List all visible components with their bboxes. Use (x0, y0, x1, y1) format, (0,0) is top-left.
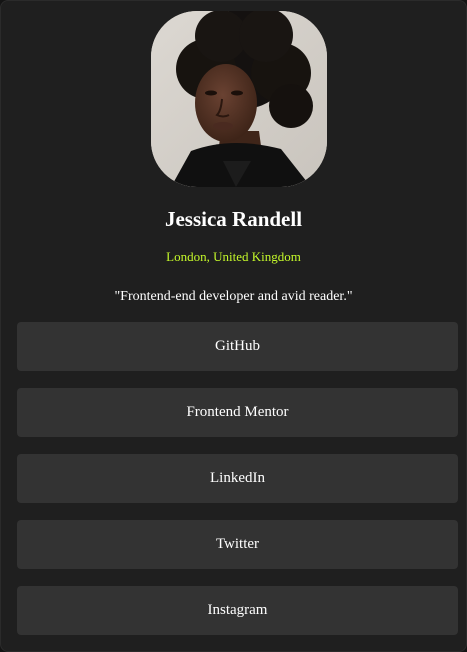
linkedin-link-button[interactable]: LinkedIn (17, 454, 458, 503)
frontend-mentor-link-button[interactable]: Frontend Mentor (17, 388, 458, 437)
profile-card: Jessica Randell London, United Kingdom "… (0, 0, 467, 652)
profile-name: Jessica Randell (164, 207, 303, 231)
twitter-link-button[interactable]: Twitter (17, 520, 458, 569)
profile-location: London, United Kingdom (166, 249, 301, 264)
profile-bio: "Frontend-end developer and avid reader.… (114, 289, 353, 304)
github-link-button[interactable]: GitHub (17, 322, 458, 371)
social-links-list: GitHub Frontend Mentor LinkedIn Twitter … (17, 322, 458, 651)
avatar-photo (151, 11, 327, 187)
instagram-link-button[interactable]: Instagram (17, 586, 458, 635)
profile-avatar (151, 11, 327, 187)
